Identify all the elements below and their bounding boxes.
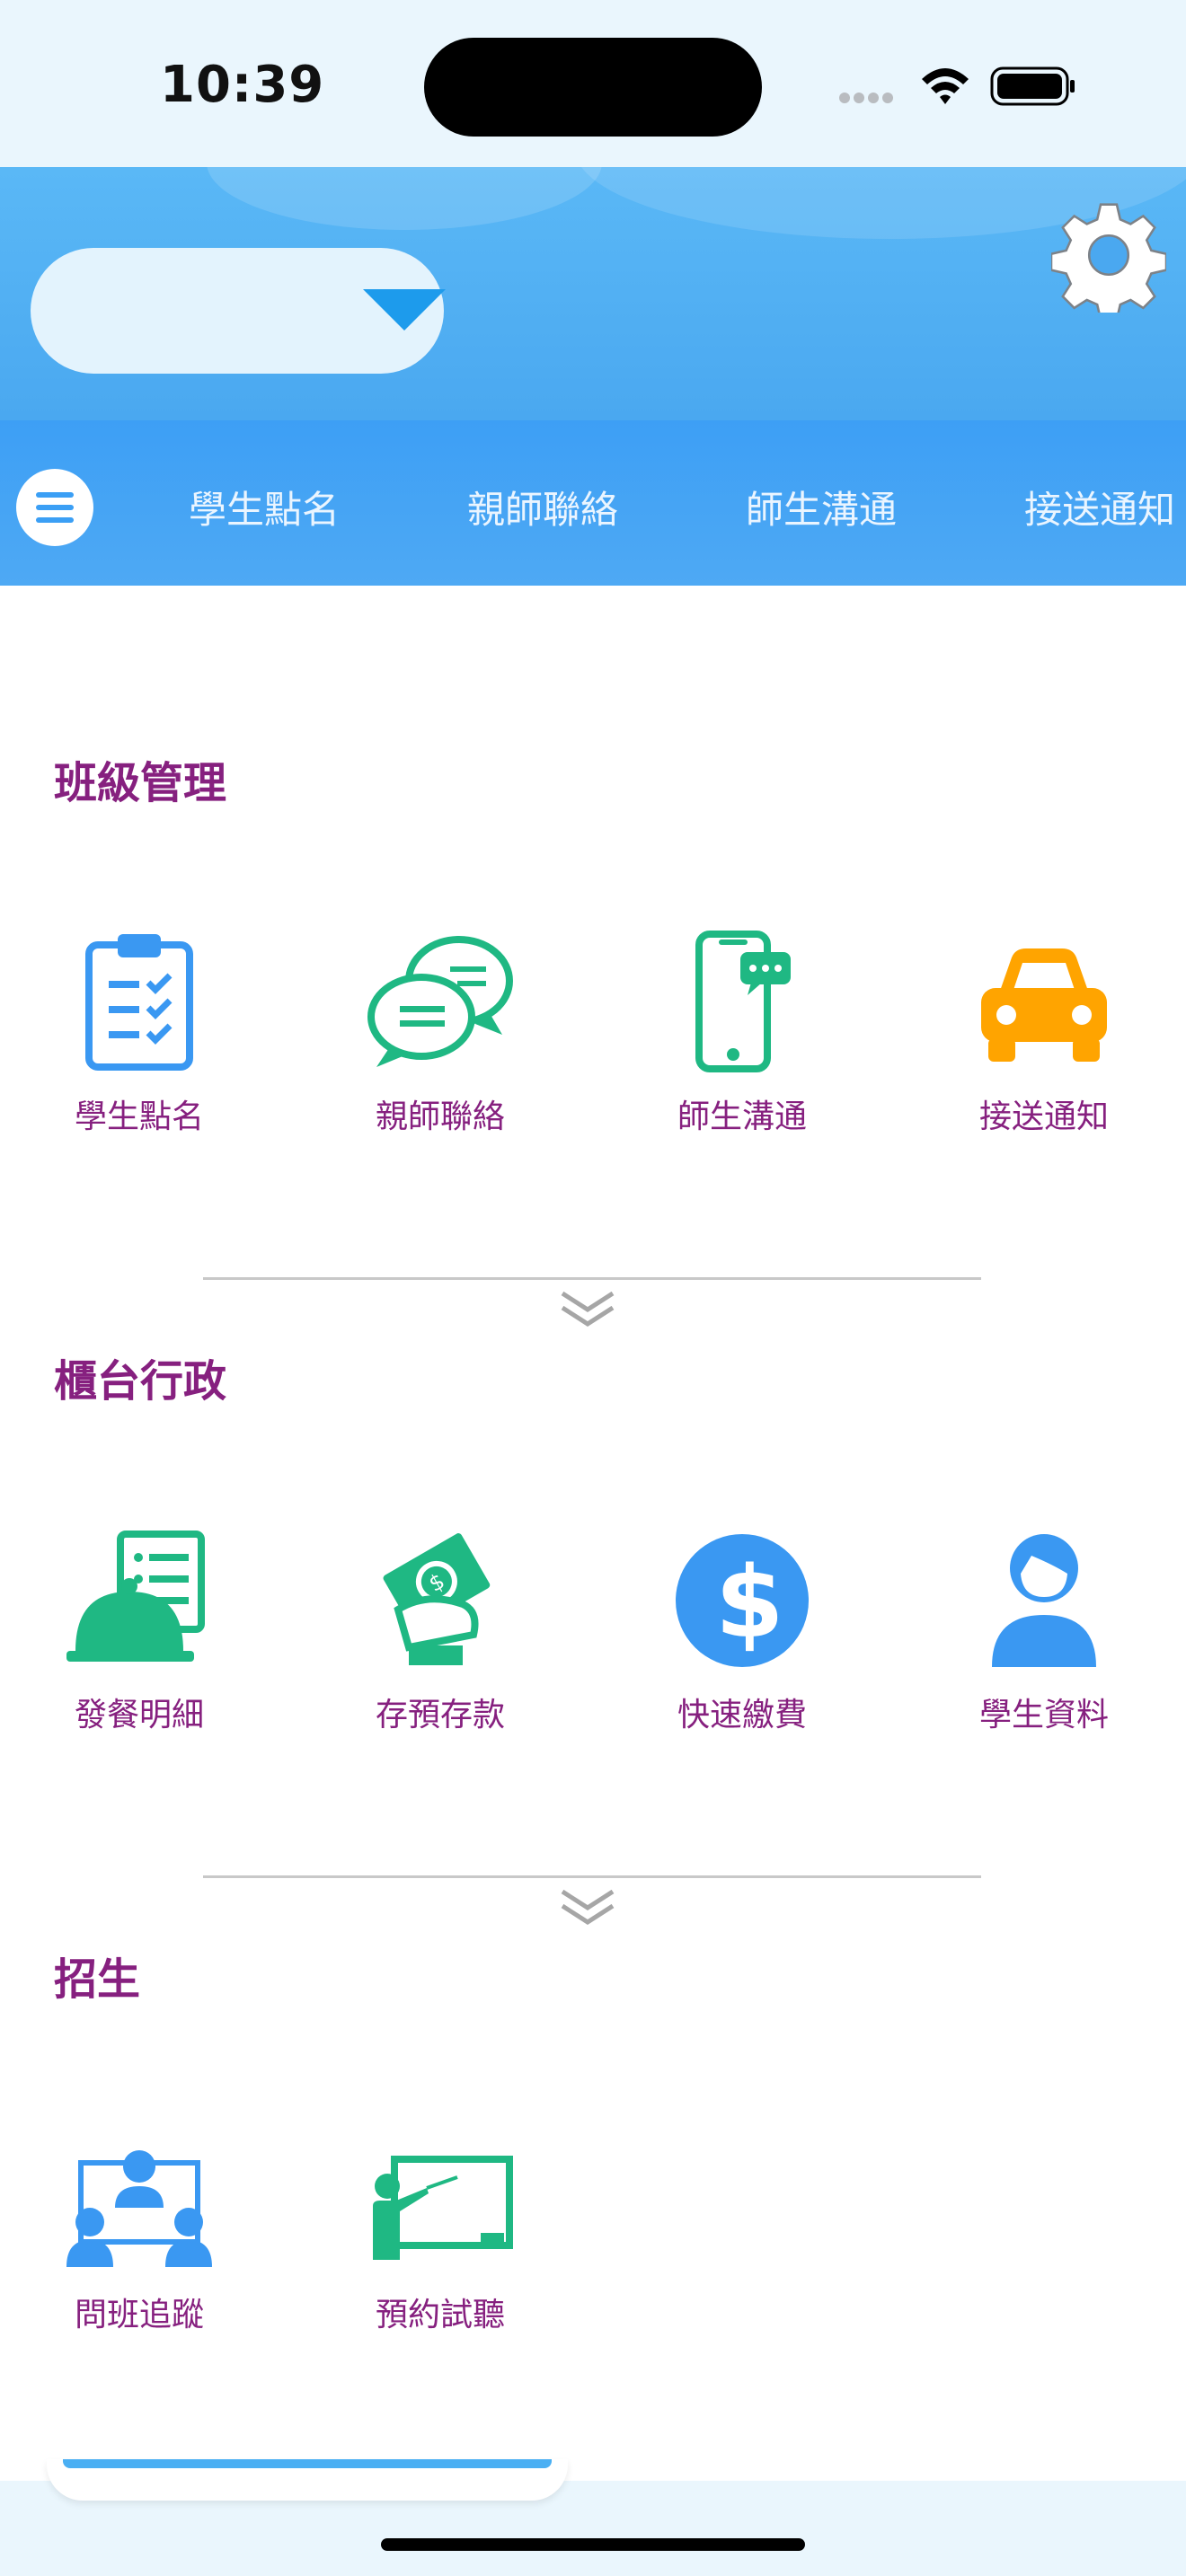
dynamic-island [424,38,762,137]
tab-pickup-notification[interactable]: 接送通知 [1024,480,1175,534]
tile-prepaid-deposit[interactable]: $ 存預存款 [305,1529,575,1735]
money-hand-icon: $ [383,1533,491,1665]
tile-label: 學生點名 [74,1098,204,1135]
clipboard-check-icon [85,934,193,1071]
car-icon [981,948,1107,1062]
tile-student-data[interactable]: 學生資料 [909,1529,1179,1735]
student-icon [992,1534,1096,1667]
svg-text:$: $ [715,1545,784,1660]
chat-bubbles-icon [367,936,513,1067]
tile-teacher-student-communication[interactable]: 師生溝通 [607,931,877,1137]
section-title-class-management: 班級管理 [54,758,227,808]
tile-label: 問班追蹤 [74,2297,204,2333]
main-content: 班級管理 學生點名 親師聯絡 師生溝通 接送通知 櫃台行政 發餐明細 $ 存預存… [0,604,1186,2481]
app-header [0,167,1186,420]
menu-icon[interactable] [16,469,93,546]
cellular-signal-icon [839,90,902,103]
gear-icon[interactable] [1051,198,1166,313]
chevron-down-icon[interactable] [557,1288,618,1331]
section-divider [203,1875,981,1878]
tab-teacher-student-communication[interactable]: 師生溝通 [746,480,897,534]
section-title-front-desk-admin: 櫃台行政 [54,1356,227,1407]
school-select-dropdown[interactable] [31,248,446,374]
battery-icon [990,66,1075,106]
bottom-sheet-handle[interactable] [47,2459,568,2501]
tab-student-rollcall[interactable]: 學生點名 [189,480,340,534]
teacher-board-icon [373,2156,513,2260]
tile-trial-class-booking[interactable]: 預約試聽 [305,2147,575,2335]
tile-label: 學生資料 [978,1697,1109,1734]
tile-label: 師生溝通 [677,1098,807,1135]
tile-student-rollcall[interactable]: 學生點名 [4,931,274,1137]
tile-label: 接送通知 [978,1098,1109,1135]
tile-pickup-notification[interactable]: 接送通知 [909,931,1179,1137]
quick-nav-bar: 學生點名 親師聯絡 師生溝通 接送通知 [0,420,1186,586]
tile-label: 預約試聽 [375,2297,505,2333]
section-title-enrollment: 招生 [54,1954,141,2005]
status-time: 10:39 [160,56,325,114]
dropdown-caret-icon [363,289,446,331]
tile-quick-payment[interactable]: $ 快速繳費 [607,1529,877,1735]
tile-meal-details[interactable]: 發餐明細 [4,1529,274,1735]
status-bar: 10:39 [0,0,1186,167]
tile-label: 快速繳費 [677,1697,807,1734]
tile-inquiry-tracking[interactable]: 問班追蹤 [4,2147,274,2335]
chevron-down-icon[interactable] [557,1886,618,1929]
tile-label: 存預存款 [375,1697,505,1734]
group-tracking-icon [66,2150,212,2267]
tile-label: 發餐明細 [74,1697,204,1734]
meal-list-icon [66,1531,205,1662]
wifi-icon [922,68,969,104]
section-divider [203,1277,981,1280]
home-indicator[interactable] [381,2538,805,2551]
phone-message-icon [695,931,791,1072]
tab-parent-teacher-contact[interactable]: 親師聯絡 [467,480,618,534]
tile-label: 親師聯絡 [375,1098,505,1135]
dollar-icon: $ [676,1534,809,1667]
tile-parent-teacher-contact[interactable]: 親師聯絡 [305,931,575,1137]
